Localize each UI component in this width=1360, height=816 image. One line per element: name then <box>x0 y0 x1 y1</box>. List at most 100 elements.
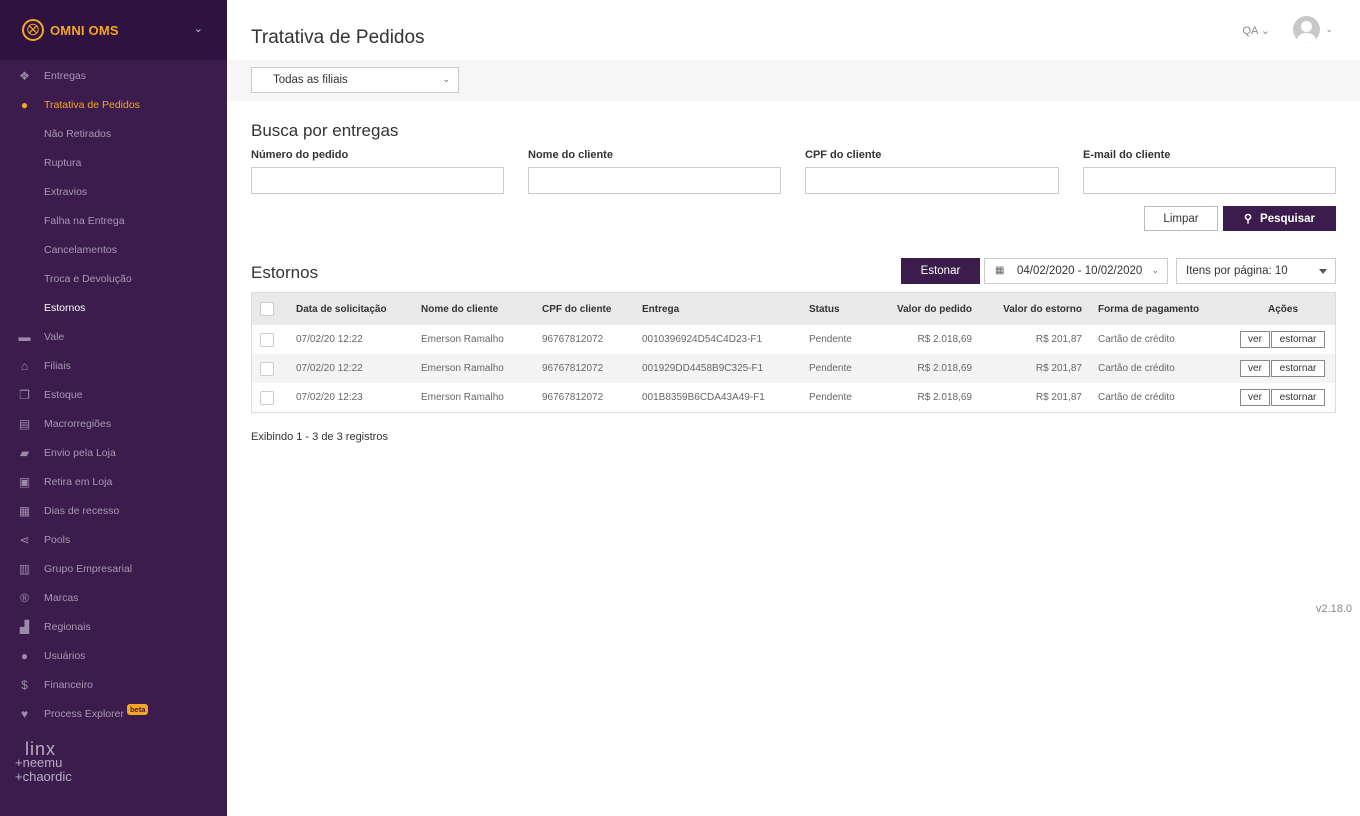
brand-header[interactable]: ⛒ OMNI OMS ⌄ <box>0 0 227 60</box>
sidebar-item-extravios[interactable]: Extravios <box>0 177 227 206</box>
sidebar-item-tratativa-de-pedidos[interactable]: ● Tratativa de Pedidos <box>0 90 227 119</box>
date-range-picker[interactable]: ▦ 04/02/2020 - 10/02/2020 ⌄ <box>984 258 1168 284</box>
table-row: 07/02/20 12:22 Emerson Ramalho 96767812072… <box>252 325 1335 354</box>
sidebar-item-grupo-empresarial[interactable]: ▥ Grupo Empresarial <box>0 554 227 583</box>
dropbox-icon: ❖ <box>19 68 30 83</box>
user-circle-icon: ● <box>20 97 29 112</box>
credit-card-icon: ▬ <box>18 329 31 344</box>
sidebar-item-vale[interactable]: ▬ Vale <box>0 322 227 351</box>
sidebar-item-falha-na-entrega[interactable]: Falha na Entrega <box>0 206 227 235</box>
refund-row-button[interactable]: estornar <box>1271 360 1325 377</box>
view-button[interactable]: ver <box>1240 389 1270 406</box>
sidebar-item-label: Troca e Devolução <box>44 272 132 285</box>
table-header: Data de solicitação Nome do cliente CPF … <box>252 293 1335 325</box>
row-checkbox[interactable] <box>260 362 274 376</box>
sidebar-item-ruptura[interactable]: Ruptura <box>0 148 227 177</box>
date-range-value: 04/02/2020 - 10/02/2020 <box>1017 265 1143 277</box>
sidebar-item-marcas[interactable]: ® Marcas <box>0 583 227 612</box>
sidebar-item-entregas[interactable]: ❖ Entregas <box>0 61 227 90</box>
sidebar-item-label: Marcas <box>44 591 79 604</box>
sidebar-item-label: Falha na Entrega <box>44 214 125 227</box>
cell-status: Pendente <box>809 392 852 403</box>
row-checkbox[interactable] <box>260 391 274 405</box>
cell-actions: ver estornar <box>1239 325 1325 354</box>
sidebar-item-troca-e-devolucao[interactable]: Troca e Devolução <box>0 264 227 293</box>
sidebar-item-retira-em-loja[interactable]: ▣ Retira em Loja <box>0 467 227 496</box>
customer-name-input[interactable] <box>528 167 781 194</box>
environment-selector[interactable]: QA ⌄ <box>1242 24 1270 37</box>
sidebar-item-envio-pela-loja[interactable]: ▰ Envio pela Loja <box>0 438 227 467</box>
brand-name: OMNI OMS <box>50 22 119 38</box>
sidebar-item-estoque[interactable]: ❒ Estoque <box>0 380 227 409</box>
chevron-down-icon[interactable]: ⌄ <box>1325 24 1333 35</box>
customer-email-input[interactable] <box>1083 167 1336 194</box>
cell-payment: Cartão de crédito <box>1098 363 1175 374</box>
building-icon: ▥ <box>18 561 31 576</box>
sidebar-nav: ❖ Entregas ● Tratativa de Pedidos Não Retira… <box>0 61 227 728</box>
linx-logo-line3: +chaordic <box>15 769 72 784</box>
sidebar-item-label: Filiais <box>44 359 71 372</box>
sidebar-item-usuarios[interactable]: ● Usuários <box>0 641 227 670</box>
linx-logo-line2: +neemu <box>15 755 63 770</box>
chevron-down-icon[interactable]: ⌄ <box>194 22 203 35</box>
refund-row-button[interactable]: estornar <box>1271 331 1325 348</box>
customer-cpf-label: CPF do cliente <box>805 149 882 161</box>
customer-cpf-input[interactable] <box>805 167 1059 194</box>
sidebar-item-dias-de-recesso[interactable]: ▦ Dias de recesso <box>0 496 227 525</box>
shopping-bag-icon: ▣ <box>18 474 31 489</box>
sidebar-item-process-explorer[interactable]: ♥ Process Explorer beta <box>0 699 227 728</box>
page-title: Tratativa de Pedidos <box>251 27 425 48</box>
sidebar-item-label: Extravios <box>44 185 88 198</box>
select-all-checkbox[interactable] <box>260 302 274 316</box>
user-avatar-icon[interactable] <box>1293 16 1320 43</box>
items-per-page-value: Itens por página: 10 <box>1186 265 1288 277</box>
cell-refund-value: R$ 201,87 <box>1035 392 1082 403</box>
calendar-icon: ▦ <box>995 265 1005 276</box>
refund-row-button[interactable]: estornar <box>1271 389 1325 406</box>
sidebar: ⛒ OMNI OMS ⌄ ❖ Entregas ● Tratativa de Pedi… <box>0 0 227 816</box>
cell-customer-name: Emerson Ramalho <box>421 363 504 374</box>
cell-actions: ver estornar <box>1239 354 1325 383</box>
chevron-down-icon: ⌄ <box>1151 265 1159 275</box>
sidebar-item-nao-retirados[interactable]: Não Retirados <box>0 119 227 148</box>
sidebar-item-label: Ruptura <box>44 156 82 169</box>
linx-logo-line1: linx <box>25 739 57 759</box>
sidebar-item-estornos[interactable]: Estornos <box>0 293 227 322</box>
column-header: Forma de pagamento <box>1098 303 1200 315</box>
sidebar-item-financeiro[interactable]: $ Financeiro <box>0 670 227 699</box>
cell-refund-value: R$ 201,87 <box>1035 363 1082 374</box>
items-per-page-select[interactable]: Itens por página: 10 <box>1176 258 1336 284</box>
sidebar-item-label: Dias de recesso <box>44 504 120 517</box>
sidebar-item-label: Financeiro <box>44 678 94 691</box>
clear-button[interactable]: Limpar <box>1144 206 1218 231</box>
cart-icon: ⛒ <box>22 19 44 41</box>
cell-status: Pendente <box>809 363 852 374</box>
search-button[interactable]: ⚲ Pesquisar <box>1223 206 1336 231</box>
cell-delivery: 001929DD4458B9C325-F1 <box>642 363 764 374</box>
search-section-title: Busca por entregas <box>251 121 399 140</box>
row-checkbox[interactable] <box>260 333 274 347</box>
refund-button[interactable]: Estonar <box>901 258 980 284</box>
sidebar-item-cancelamentos[interactable]: Cancelamentos <box>0 235 227 264</box>
calendar-icon: ▦ <box>18 503 31 518</box>
sidebar-item-filiais[interactable]: ⌂ Filiais <box>0 351 227 380</box>
filter-bar: Todas as filiais ⌄ <box>227 60 1360 101</box>
refunds-table: Data de solicitação Nome do cliente CPF … <box>251 292 1336 413</box>
chevron-down-icon: ⌄ <box>442 74 450 84</box>
sidebar-item-label: Cancelamentos <box>44 243 117 256</box>
column-header: Entrega <box>642 303 680 315</box>
order-number-input[interactable] <box>251 167 504 194</box>
sidebar-item-label: Vale <box>44 330 65 343</box>
sidebar-item-regionais[interactable]: ▟ Regionais <box>0 612 227 641</box>
cell-payment: Cartão de crédito <box>1098 392 1175 403</box>
truck-icon: ▰ <box>19 445 30 460</box>
filial-select[interactable]: Todas as filiais ⌄ <box>251 67 459 93</box>
table-row: 07/02/20 12:22 Emerson Ramalho 96767812072… <box>252 354 1335 383</box>
view-button[interactable]: ver <box>1240 331 1270 348</box>
cell-cpf: 96767812072 <box>542 334 604 345</box>
cell-cpf: 96767812072 <box>542 392 604 403</box>
view-button[interactable]: ver <box>1240 360 1270 377</box>
sidebar-item-macrorregioes[interactable]: ▤ Macrorregiões <box>0 409 227 438</box>
column-header: Valor do pedido <box>896 303 972 315</box>
sidebar-item-pools[interactable]: ⋖ Pools <box>0 525 227 554</box>
